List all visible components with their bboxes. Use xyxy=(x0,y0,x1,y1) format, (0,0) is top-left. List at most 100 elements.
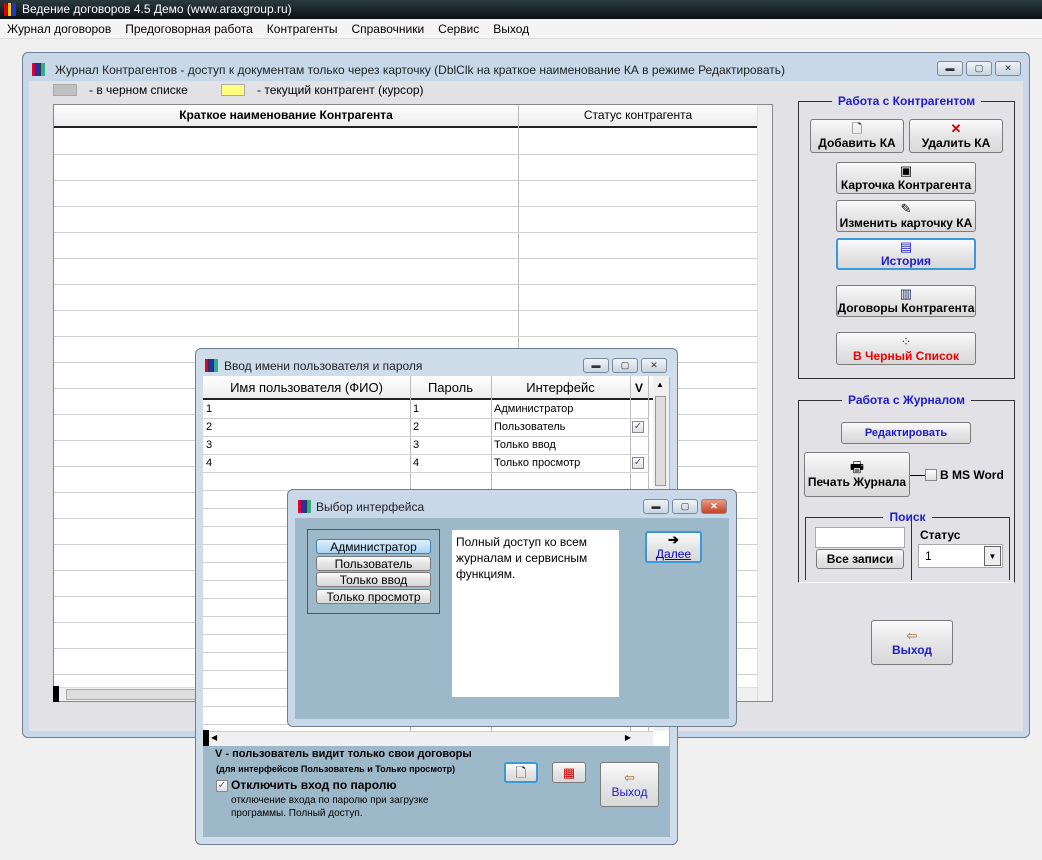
exit-door-icon: ⇦ xyxy=(624,769,635,785)
cell-password[interactable]: 2 xyxy=(410,421,419,433)
contractor-card-button[interactable]: ▣ Карточка Контрагента xyxy=(836,162,976,194)
maximize-button[interactable]: ▢ xyxy=(612,358,638,373)
chevron-down-icon[interactable]: ▼ xyxy=(984,546,1001,566)
minimize-button[interactable]: ▬ xyxy=(583,358,609,373)
interface-option[interactable]: Только ввод xyxy=(316,572,431,587)
cell-name[interactable]: 4 xyxy=(203,457,212,469)
all-records-button[interactable]: Все записи xyxy=(816,549,904,569)
new-document-icon: 🗋 xyxy=(515,764,527,780)
row-line xyxy=(54,180,757,181)
table-header: Краткое наименование Контрагента Статус … xyxy=(54,105,772,128)
row-line xyxy=(203,436,649,437)
menu-bar: Журнал договоров Предоговорная работа Конт… xyxy=(0,20,1042,39)
column-header-interface[interactable]: Интерфейс xyxy=(491,376,630,400)
row-line xyxy=(54,258,757,259)
legend-black-swatch xyxy=(53,84,77,96)
books-icon: ▥ xyxy=(899,286,913,301)
new-document-icon: 🗋 xyxy=(851,121,863,136)
close-button[interactable]: ✕ xyxy=(701,499,727,514)
menu-contracts-journal[interactable]: Журнал договоров xyxy=(0,20,118,39)
left-border-marker xyxy=(53,686,59,702)
search-input[interactable] xyxy=(815,527,905,548)
cell-password[interactable]: 3 xyxy=(410,439,419,451)
blacklist-button[interactable]: ⁘ В Черный Список xyxy=(836,332,976,365)
status-label: Статус xyxy=(920,528,961,542)
v-checkbox[interactable]: ✓ xyxy=(632,421,644,433)
close-button[interactable]: ✕ xyxy=(641,358,667,373)
delete-user-button[interactable]: ▦ xyxy=(552,762,586,783)
minimize-button[interactable]: ▬ xyxy=(643,499,669,514)
table-header: Имя пользователя (ФИО) Пароль Интерфейс … xyxy=(203,376,669,400)
cell-password[interactable]: 4 xyxy=(410,457,419,469)
window-icon xyxy=(298,500,311,513)
cell-name[interactable]: 1 xyxy=(203,403,212,415)
status-select[interactable]: 1 ▼ xyxy=(918,544,1003,568)
delete-contractor-button[interactable]: ✕ Удалить КА xyxy=(909,119,1003,153)
menu-pre-contract[interactable]: Предоговорная работа xyxy=(118,20,260,39)
row-line xyxy=(54,310,757,311)
magic-wand-icon: ⁘ xyxy=(900,333,912,349)
exit-button[interactable]: ⇦ Выход xyxy=(871,620,953,665)
cell-password[interactable]: 1 xyxy=(410,403,419,415)
disable-login-description: отключение входа по паролю при загрузке … xyxy=(231,795,429,819)
add-contractor-button[interactable]: 🗋 Добавить КА xyxy=(810,119,904,153)
scrollbar-thumb[interactable] xyxy=(66,689,206,700)
table-row[interactable]: 1 1 Администратор xyxy=(203,400,648,418)
edit-journal-button[interactable]: Редактировать xyxy=(841,422,971,444)
card-icon: ▣ xyxy=(899,163,913,178)
menu-service[interactable]: Сервис xyxy=(431,20,486,39)
ms-word-checkbox[interactable] xyxy=(925,469,937,481)
ms-word-label: B MS Word xyxy=(940,468,1004,482)
new-user-button[interactable]: 🗋 xyxy=(504,762,538,783)
group-title: Работа с Журналом xyxy=(842,393,971,407)
table-row[interactable]: 3 3 Только ввод xyxy=(203,436,648,454)
interface-option[interactable]: Только просмотр xyxy=(316,589,431,604)
close-button[interactable]: ✕ xyxy=(995,61,1021,76)
minimize-button[interactable]: ▬ xyxy=(937,61,963,76)
horizontal-scrollbar[interactable]: ◀ ▶ xyxy=(203,731,653,746)
v-note: V - пользователь видит только свои догов… xyxy=(215,748,472,760)
history-icon: ▤ xyxy=(899,239,913,254)
delete-record-icon: ▦ xyxy=(562,764,576,780)
cell-interface[interactable]: Пользователь xyxy=(491,421,565,433)
table-row[interactable]: 4 4 Только просмотр ✓ xyxy=(203,454,648,472)
contractor-contracts-button[interactable]: ▥ Договоры Контрагента xyxy=(836,285,976,317)
cell-name[interactable]: 3 xyxy=(203,439,212,451)
window-title: Журнал Контрагентов - доступ к документа… xyxy=(55,63,785,77)
delete-x-icon: ✕ xyxy=(950,121,962,136)
menu-exit[interactable]: Выход xyxy=(486,20,536,39)
login-exit-button[interactable]: ⇦ Выход xyxy=(600,762,659,807)
table-row[interactable]: 2 2 Пользователь ✓ xyxy=(203,418,648,436)
row-line xyxy=(54,284,757,285)
column-header-status[interactable]: Статус контрагента xyxy=(518,105,758,126)
column-header-username[interactable]: Имя пользователя (ФИО) xyxy=(203,376,410,400)
vertical-scrollbar[interactable] xyxy=(757,105,772,701)
menu-references[interactable]: Справочники xyxy=(344,20,431,39)
row-line xyxy=(203,454,649,455)
print-journal-button[interactable]: 🖶 Печать Журнала xyxy=(804,452,910,497)
app-title: Ведение договоров 4.5 Демо (www.araxgrou… xyxy=(22,2,292,16)
cell-interface[interactable]: Администратор xyxy=(491,403,573,415)
row-line xyxy=(203,418,649,419)
interface-option[interactable]: Администратор xyxy=(316,539,431,554)
menu-contractors[interactable]: Контрагенты xyxy=(260,20,345,39)
search-title: Поиск xyxy=(883,510,932,524)
dialog-title: Ввод имени пользователя и пароля xyxy=(224,359,423,373)
edit-card-button[interactable]: ✎ Изменить карточку КА xyxy=(836,200,976,232)
disable-login-checkbox[interactable]: ✓ xyxy=(216,780,228,792)
v-checkbox[interactable]: ✓ xyxy=(632,457,644,469)
history-button[interactable]: ▤ История xyxy=(836,238,976,270)
cell-name[interactable]: 2 xyxy=(203,421,212,433)
interface-option[interactable]: Пользователь xyxy=(316,556,431,571)
column-header-name[interactable]: Краткое наименование Контрагента xyxy=(54,105,518,126)
cell-interface[interactable]: Только просмотр xyxy=(491,457,580,469)
scrollbar-thumb[interactable] xyxy=(655,396,666,486)
next-button[interactable]: ➔ Далее xyxy=(645,531,702,563)
cell-interface[interactable]: Только ввод xyxy=(491,439,556,451)
maximize-button[interactable]: ▢ xyxy=(672,499,698,514)
maximize-button[interactable]: ▢ xyxy=(966,61,992,76)
group-title: Работа с Контрагентом xyxy=(831,94,982,108)
column-header-v[interactable]: V xyxy=(630,376,648,400)
column-header-password[interactable]: Пароль xyxy=(410,376,491,400)
row-line xyxy=(203,472,649,473)
